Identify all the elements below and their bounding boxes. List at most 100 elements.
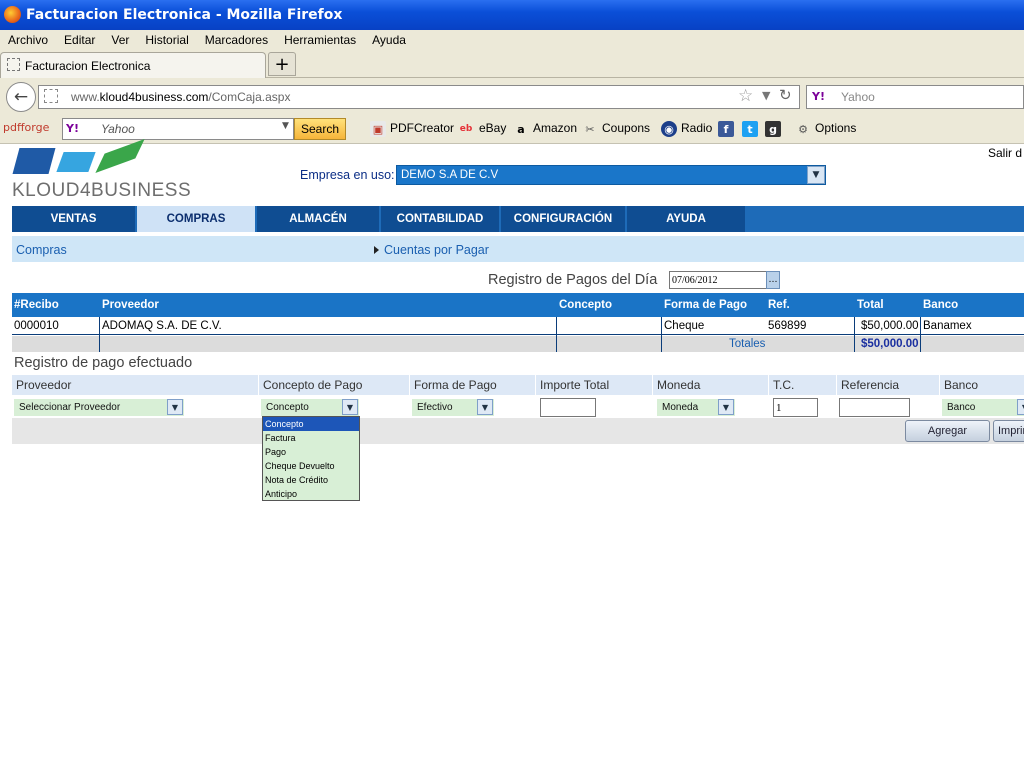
- yahoo-logo: Y!: [66, 122, 79, 135]
- reload-icon[interactable]: ↻: [779, 86, 792, 104]
- tc-input[interactable]: 1: [773, 398, 818, 417]
- imprimir-button[interactable]: Imprimir: [993, 420, 1024, 442]
- divider: [99, 317, 100, 352]
- nav-ayuda[interactable]: AYUDA: [627, 206, 747, 232]
- url-bar[interactable]: www. kloud4business.com/ComCaja.aspx: [38, 85, 800, 109]
- banco-select[interactable]: Banco: [942, 399, 1024, 416]
- form-label-referencia: Referencia: [837, 375, 939, 395]
- browser-search-input[interactable]: Yahoo: [806, 85, 1024, 109]
- menu-ver[interactable]: Ver: [111, 33, 129, 47]
- yahoo-search-input[interactable]: Yahoo: [62, 118, 294, 140]
- menu-historial[interactable]: Historial: [145, 33, 188, 47]
- concepto-option[interactable]: Anticipo: [263, 487, 359, 501]
- tab-label: Facturacion Electronica: [25, 58, 151, 73]
- ebay-icon: eb: [459, 124, 473, 134]
- window-title: Facturacion Electronica - Mozilla Firefo…: [26, 7, 343, 23]
- chevron-down-icon[interactable]: ▼: [342, 399, 358, 415]
- menu-editar[interactable]: Editar: [64, 33, 95, 47]
- empresa-select[interactable]: DEMO S.A DE C.V: [396, 165, 826, 185]
- back-arrow-icon: ←: [13, 87, 29, 107]
- col-forma-pago: Forma de Pago: [664, 299, 748, 311]
- referencia-input[interactable]: [839, 398, 910, 417]
- bookmark-star-icon[interactable]: ☆: [738, 86, 753, 106]
- cell-recibo: 0000010: [14, 320, 59, 332]
- back-button[interactable]: ←: [6, 82, 36, 112]
- url-prefix: www.: [71, 90, 100, 104]
- form-label-tc: T.C.: [769, 375, 836, 395]
- url-path: /ComCaja.aspx: [208, 90, 291, 104]
- breadcrumb-compras[interactable]: Compras: [16, 243, 67, 257]
- divider: [920, 317, 921, 352]
- triangle-right-icon: [374, 246, 379, 254]
- ebay-link[interactable]: eBay: [479, 121, 506, 135]
- registro-pagos-title: Registro de Pagos del Día: [488, 272, 658, 288]
- chevron-down-icon[interactable]: ▼: [807, 166, 825, 184]
- logout-link[interactable]: Salir d: [988, 146, 1022, 160]
- nav-ventas[interactable]: VENTAS: [12, 206, 137, 232]
- form-label-forma: Forma de Pago: [410, 375, 535, 395]
- google-plus-icon[interactable]: g: [765, 121, 781, 137]
- importe-total-input[interactable]: [540, 398, 596, 417]
- amazon-icon: a: [517, 122, 525, 136]
- options-menu[interactable]: Options: [815, 121, 856, 135]
- menu-archivo[interactable]: Archivo: [8, 33, 48, 47]
- chevron-down-icon[interactable]: ▼: [1017, 399, 1024, 415]
- menu-bar: Archivo Editar Ver Historial Marcadores …: [0, 30, 1024, 50]
- pdfforge-logo[interactable]: pdfforge: [3, 121, 49, 134]
- calendar-icon[interactable]: …: [766, 271, 780, 289]
- yahoo-engine-icon[interactable]: Y!: [812, 90, 825, 103]
- divider: [854, 317, 855, 352]
- divider: [661, 317, 662, 352]
- chevron-down-icon[interactable]: ▼: [477, 399, 493, 415]
- menu-ayuda[interactable]: Ayuda: [372, 33, 406, 47]
- form-label-banco: Banco: [940, 375, 1024, 395]
- nav-almacen[interactable]: ALMACÉN: [257, 206, 381, 232]
- coupons-icon: ✂: [585, 122, 595, 136]
- site-identity-icon[interactable]: [44, 89, 58, 103]
- yahoo-search-button[interactable]: Search: [294, 118, 346, 140]
- firefox-icon: [4, 6, 21, 23]
- chevron-down-icon[interactable]: ▼: [167, 399, 183, 415]
- browser-search-placeholder: Yahoo: [841, 90, 875, 104]
- form-label-moneda: Moneda: [653, 375, 768, 395]
- yahoo-dropdown-icon[interactable]: ▼: [282, 121, 289, 131]
- concepto-option[interactable]: Concepto: [263, 417, 359, 431]
- nav-compras[interactable]: COMPRAS: [137, 206, 257, 232]
- col-banco: Banco: [923, 299, 959, 311]
- radio-link[interactable]: Radio: [681, 121, 712, 135]
- col-recibo: #Recibo: [14, 299, 59, 311]
- col-concepto: Concepto: [559, 299, 613, 311]
- col-proveedor: Proveedor: [102, 299, 159, 311]
- history-dropdown-icon[interactable]: ▼: [762, 89, 770, 102]
- cell-total: $50,000.00: [861, 320, 919, 332]
- pdfcreator-link[interactable]: PDFCreator: [390, 121, 454, 135]
- coupons-link[interactable]: Coupons: [602, 121, 650, 135]
- col-ref: Ref.: [768, 299, 790, 311]
- logo-text: KLOUD4BUSINESS: [12, 180, 192, 201]
- proveedor-select[interactable]: Seleccionar Proveedor: [14, 399, 184, 416]
- menu-herramientas[interactable]: Herramientas: [284, 33, 356, 47]
- col-total: Total: [857, 299, 884, 311]
- nav-configuracion[interactable]: CONFIGURACIÓN: [501, 206, 627, 232]
- menu-marcadores[interactable]: Marcadores: [205, 33, 268, 47]
- concepto-option[interactable]: Pago: [263, 445, 359, 459]
- concepto-option[interactable]: Cheque Devuelto: [263, 459, 359, 473]
- pdfcreator-icon: ▣: [370, 121, 386, 137]
- concepto-option[interactable]: Nota de Crédito: [263, 473, 359, 487]
- date-input[interactable]: 07/06/2012: [669, 271, 767, 289]
- new-tab-button[interactable]: +: [268, 52, 296, 76]
- agregar-button[interactable]: Agregar: [905, 420, 990, 442]
- browser-tab[interactable]: Facturacion Electronica: [0, 52, 266, 78]
- divider: [556, 317, 557, 352]
- concepto-option[interactable]: Factura: [263, 431, 359, 445]
- nav-contabilidad[interactable]: CONTABILIDAD: [381, 206, 501, 232]
- chevron-down-icon[interactable]: ▼: [718, 399, 734, 415]
- url-domain: kloud4business.com: [99, 90, 209, 104]
- form-label-concepto: Concepto de Pago: [259, 375, 409, 395]
- breadcrumb-cuentas-por-pagar[interactable]: Cuentas por Pagar: [384, 243, 489, 257]
- twitter-icon[interactable]: t: [742, 121, 758, 137]
- form-label-proveedor: Proveedor: [12, 375, 258, 395]
- totales-value: $50,000.00: [861, 338, 919, 350]
- amazon-link[interactable]: Amazon: [533, 121, 577, 135]
- facebook-icon[interactable]: f: [718, 121, 734, 137]
